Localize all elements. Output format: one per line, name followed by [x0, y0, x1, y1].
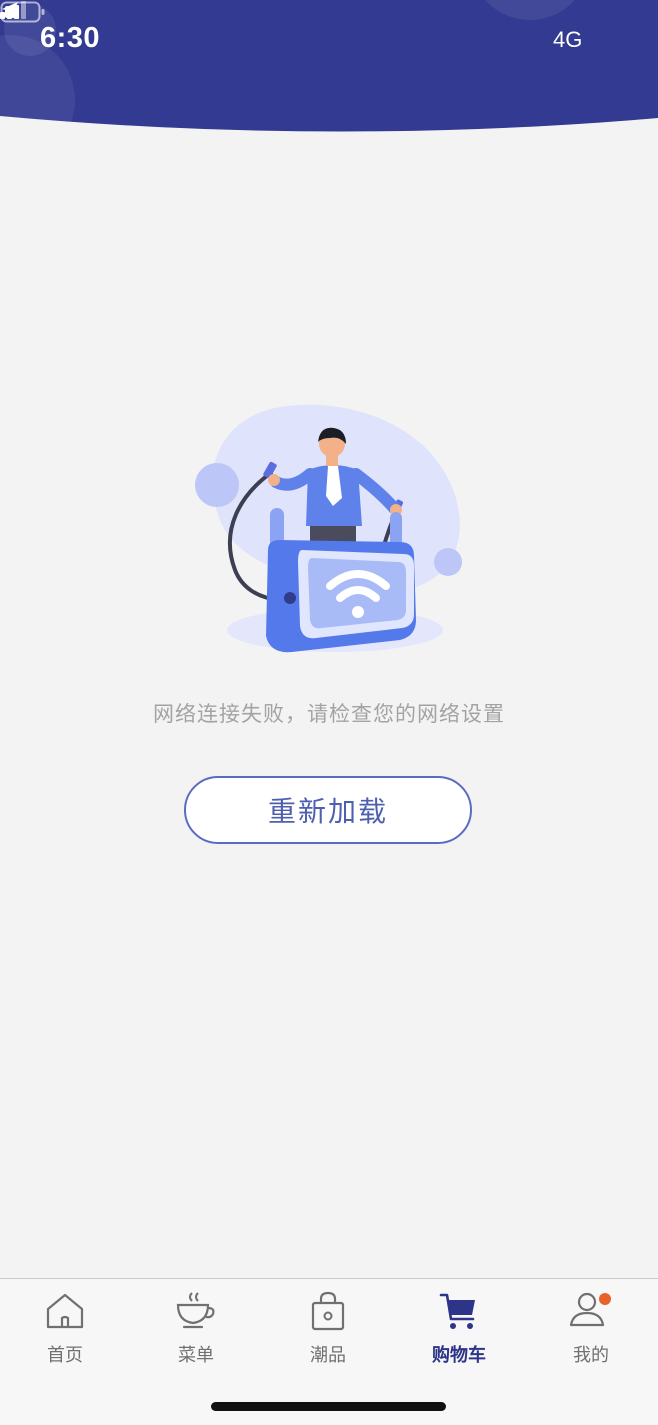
tab-trend[interactable]: 潮品: [278, 1289, 378, 1369]
tab-cart-label: 购物车: [432, 1345, 486, 1366]
reload-button[interactable]: 重新加载: [184, 776, 472, 844]
tab-trend-label: 潮品: [310, 1345, 346, 1366]
tab-menu[interactable]: 菜单: [146, 1289, 246, 1369]
tab-mine[interactable]: 我的: [541, 1289, 641, 1369]
header-banner: 6:30 4G: [0, 0, 658, 140]
network-type: 4G: [553, 27, 583, 52]
bag-icon: [311, 1291, 345, 1331]
network-error-message: 网络连接失败，请检查您的网络设置: [153, 702, 505, 726]
cart-icon: [439, 1293, 475, 1329]
tab-home-label: 首页: [47, 1345, 83, 1366]
app-screen: 6:30 4G 网络连接失败，请检查您的网络设置 重新加载 首页 菜单 潮品 购…: [0, 0, 658, 1425]
tab-mine-label: 我的: [573, 1345, 609, 1366]
home-icon: [46, 1293, 84, 1329]
user-icon: [569, 1292, 611, 1327]
network-error-illustration: [195, 404, 462, 653]
tab-cart[interactable]: 购物车: [409, 1289, 509, 1369]
battery-icon: [0, 1, 45, 23]
notification-badge: [599, 1293, 611, 1305]
cup-icon: [176, 1292, 215, 1329]
header-background: [0, 0, 658, 140]
status-time: 6:30: [40, 22, 101, 54]
tab-menu-label: 菜单: [178, 1345, 214, 1366]
tab-home[interactable]: 首页: [15, 1289, 115, 1369]
home-indicator: [211, 1402, 446, 1411]
